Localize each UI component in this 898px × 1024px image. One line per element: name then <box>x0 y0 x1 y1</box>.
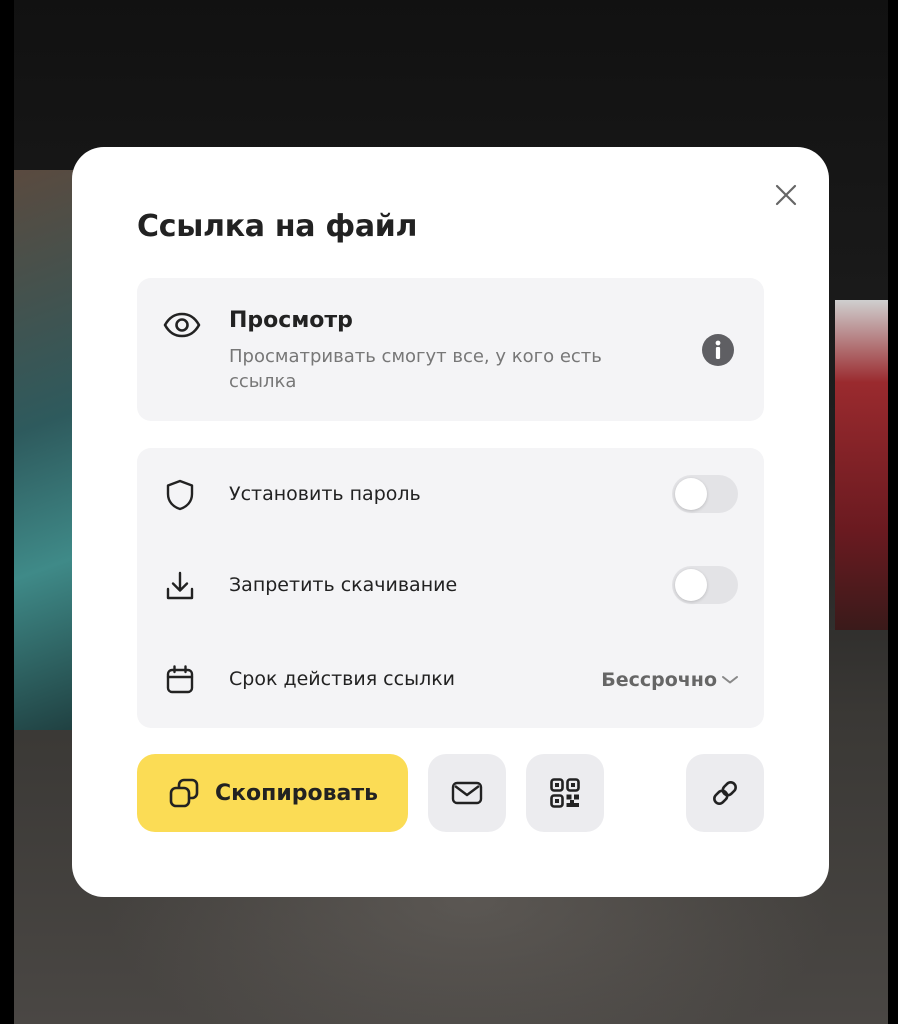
expiry-value: Бессрочно <box>601 669 717 691</box>
link-settings-card: Установить пароль Запретить скачивание С… <box>137 448 764 728</box>
password-setting-row: Установить пароль <box>137 474 764 514</box>
screen-edge-right <box>888 0 898 1024</box>
expiry-setting-row: Срок действия ссылки Бессрочно <box>137 659 764 699</box>
calendar-icon <box>166 665 194 694</box>
copy-icon <box>169 778 199 808</box>
no-download-setting-label: Запретить скачивание <box>229 574 458 596</box>
copy-link-button[interactable]: Скопировать <box>137 754 408 832</box>
mail-icon <box>451 781 483 805</box>
share-link-dialog: Ссылка на файл Просмотр Просматривать см… <box>72 147 829 897</box>
send-email-button[interactable] <box>428 754 506 832</box>
dialog-title: Ссылка на файл <box>137 209 418 244</box>
eye-icon <box>163 312 201 338</box>
access-mode-card: Просмотр Просматривать смогут все, у ког… <box>137 278 764 421</box>
password-toggle[interactable] <box>672 475 738 513</box>
info-button[interactable] <box>702 334 734 370</box>
access-mode-title: Просмотр <box>229 308 353 333</box>
background-artwork-right <box>835 300 890 630</box>
qr-code-icon <box>550 778 580 808</box>
download-icon <box>166 571 194 600</box>
toggle-knob <box>675 478 707 510</box>
info-icon <box>702 334 734 366</box>
password-setting-label: Установить пароль <box>229 483 421 505</box>
qr-code-button[interactable] <box>526 754 604 832</box>
no-download-toggle[interactable] <box>672 566 738 604</box>
toggle-knob <box>675 569 707 601</box>
close-button[interactable] <box>768 177 804 213</box>
expiry-setting-label: Срок действия ссылки <box>229 668 456 690</box>
access-mode-description: Просматривать смогут все, у кого есть сс… <box>229 346 602 392</box>
link-icon <box>713 781 737 805</box>
chevron-down-icon <box>722 676 738 684</box>
copy-button-label: Скопировать <box>214 780 379 806</box>
screen-edge-left <box>0 0 14 1024</box>
expiry-dropdown[interactable]: Бессрочно <box>577 668 739 692</box>
link-button[interactable] <box>686 754 764 832</box>
close-icon <box>775 184 797 206</box>
shield-icon <box>166 479 194 511</box>
no-download-setting-row: Запретить скачивание <box>137 565 764 605</box>
